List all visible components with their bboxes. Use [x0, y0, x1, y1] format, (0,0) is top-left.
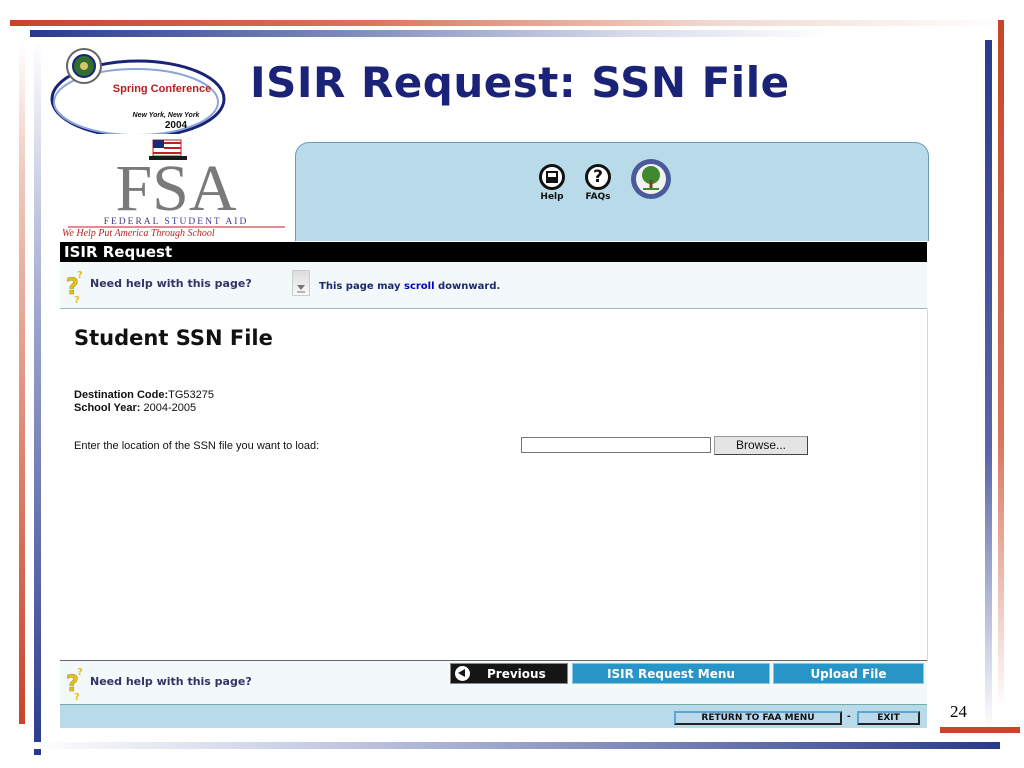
- scroll-down-icon: [292, 270, 310, 296]
- page-title-bar: ISIR Request: [60, 242, 927, 262]
- scroll-note-after: downward.: [434, 281, 501, 292]
- previous-button[interactable]: Previous: [450, 663, 568, 684]
- svg-text:?: ?: [77, 270, 83, 281]
- slide-right-blue-bar: [985, 40, 992, 730]
- faqs-header-button[interactable]: ? FAQs: [580, 164, 616, 202]
- school-year-row: School Year: 2004-2005: [74, 402, 214, 415]
- scroll-note-keyword: scroll: [404, 281, 435, 292]
- app-screenshot: FSA FEDERAL STUDENT AID We Help Put Amer…: [60, 134, 940, 728]
- destination-code-value: TG53275: [168, 389, 214, 401]
- upload-file-button[interactable]: Upload File: [773, 663, 924, 684]
- slide-title: ISIR Request: SSN File: [250, 58, 790, 107]
- faqs-label: FAQs: [585, 192, 611, 202]
- footer-need-help-link[interactable]: Need help with this page?: [90, 675, 252, 688]
- scroll-note: This page may scroll downward.: [319, 281, 500, 292]
- department-of-education-seal-icon: [631, 159, 671, 199]
- destination-code-label: Destination Code:: [74, 389, 169, 401]
- fsa-logo-tagline: We Help Put America Through School: [62, 228, 215, 239]
- slide-page-number: 24: [950, 702, 967, 721]
- svg-text:?: ?: [74, 692, 80, 701]
- svg-text:?: ?: [77, 667, 83, 678]
- bottom-nav-bar: RETURN TO FAA MENU - EXIT: [60, 704, 927, 728]
- conference-logo-line2: New York, New York: [133, 112, 201, 119]
- isir-request-menu-button[interactable]: ISIR Request Menu: [572, 663, 770, 684]
- file-location-label: Enter the location of the SSN file you w…: [74, 440, 320, 452]
- help-icon: [539, 164, 565, 190]
- school-year-label: School Year:: [74, 402, 141, 414]
- browse-button[interactable]: Browse...: [714, 436, 808, 455]
- slide-top-red-bar: [10, 20, 1010, 26]
- slide-right-red-bar: [998, 20, 1004, 710]
- slide-left-red-bar: [19, 40, 25, 724]
- faqs-icon: ?: [585, 164, 611, 190]
- conference-logo-line3: 2004: [165, 120, 188, 131]
- slide-bottom-red-bar: [940, 727, 1020, 733]
- ssn-file-path-input[interactable]: [521, 437, 711, 453]
- destination-code-row: Destination Code:TG53275: [74, 389, 214, 402]
- help-label: Help: [540, 192, 564, 202]
- scroll-note-before: This page may: [319, 281, 404, 292]
- previous-label: Previous: [487, 667, 546, 681]
- return-to-faa-menu-button[interactable]: RETURN TO FAA MENU: [674, 711, 842, 725]
- question-mark-icon: ? ? ?: [66, 270, 83, 304]
- need-help-link[interactable]: Need help with this page?: [90, 277, 252, 290]
- spring-conference-logo: Spring Conference New York, New York 200…: [50, 48, 226, 139]
- main-content: Student SSN File Destination Code:TG5327…: [60, 309, 928, 661]
- fsa-logo-subtitle: FEDERAL STUDENT AID: [104, 217, 249, 227]
- slide-left-blue-bar: [34, 40, 41, 755]
- conference-logo-line1: Spring Conference: [113, 83, 211, 95]
- fsa-logo: FSA FEDERAL STUDENT AID We Help Put Amer…: [62, 139, 285, 239]
- slide-top-blue-bar: [30, 30, 830, 37]
- school-year-value: 2004-2005: [143, 402, 197, 414]
- page-footer: ? ? ? Need help with this page? Previous…: [60, 660, 927, 705]
- previous-arrow-icon: [455, 666, 470, 681]
- header-icons: Help ? FAQs: [534, 159, 672, 202]
- svg-text:?: ?: [74, 295, 80, 304]
- fsa-logo-letters: FSA: [115, 152, 236, 225]
- record-info: Destination Code:TG53275 School Year: 20…: [74, 389, 214, 415]
- page-heading: Student SSN File: [74, 326, 273, 350]
- slide-bottom-blue-bar: [30, 742, 1000, 749]
- exit-button[interactable]: EXIT: [857, 711, 920, 725]
- nav-separator: -: [847, 710, 851, 722]
- help-header-button[interactable]: Help: [534, 164, 570, 202]
- help-bar: ? ? ? Need help with this page? This pag…: [60, 262, 927, 309]
- footer-question-mark-icon: ? ? ?: [66, 667, 83, 701]
